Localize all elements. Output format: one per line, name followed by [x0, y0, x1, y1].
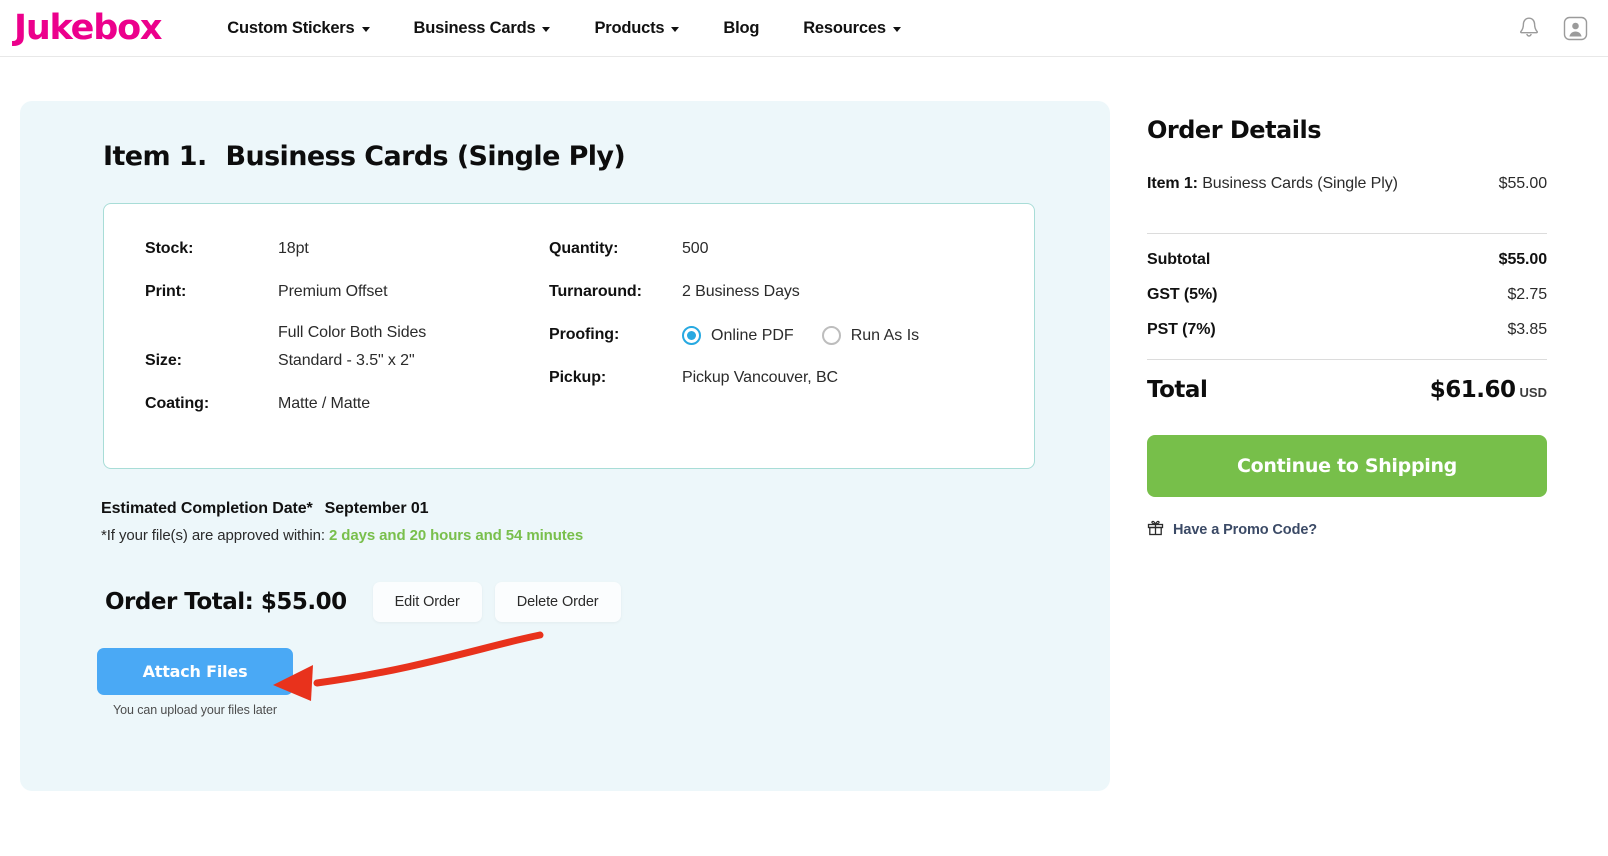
continue-to-shipping-button[interactable]: Continue to Shipping	[1147, 434, 1547, 497]
header-actions	[1517, 15, 1588, 41]
promo-code-label: Have a Promo Code?	[1173, 521, 1318, 538]
spec-value: Matte / Matte	[278, 395, 371, 412]
summary-value: $55.00	[1498, 250, 1547, 268]
radio-option-online-pdf[interactable]: Online PDF	[682, 326, 794, 345]
total-value: $61.60	[1429, 376, 1516, 403]
nav-item-blog[interactable]: Blog	[701, 13, 781, 44]
nav-label: Business Cards	[413, 18, 536, 37]
nav-label: Resources	[803, 18, 886, 37]
approval-window-note: *If your file(s) are approved within: 2 …	[101, 527, 1110, 544]
nav-item-custom-stickers[interactable]: Custom Stickers	[205, 13, 391, 44]
radio-indicator[interactable]	[821, 326, 841, 345]
spec-label: Stock:	[145, 240, 194, 257]
notification-bell-icon[interactable]	[1517, 15, 1541, 41]
gift-icon	[1147, 519, 1164, 541]
spec-row-pickup: Pickup: Pickup Vancouver, BC	[549, 369, 989, 402]
nav-item-products[interactable]: Products	[572, 13, 701, 44]
summary-row-subtotal: Subtotal $55.00	[1147, 234, 1547, 269]
nav-item-resources[interactable]: Resources	[781, 13, 923, 44]
spec-value: 2 Business Days	[682, 283, 800, 300]
summary-label: GST (5%)	[1147, 285, 1218, 303]
spec-label: Quantity:	[549, 240, 619, 257]
item-number: Item 1.	[103, 141, 207, 172]
radio-option-run-as-is[interactable]: Run As Is	[821, 326, 920, 345]
order-item-panel: Item 1. Business Cards (Single Ply) Stoc…	[20, 101, 1110, 791]
order-total-label: Order Total: $55.00	[105, 589, 347, 615]
order-line-item: Item 1: Business Cards (Single Ply) $55.…	[1147, 171, 1547, 198]
nav-item-business-cards[interactable]: Business Cards	[392, 13, 573, 44]
chevron-down-icon	[542, 26, 551, 32]
summary-value: $3.85	[1507, 320, 1547, 338]
edit-order-button[interactable]: Edit Order	[372, 582, 482, 622]
spec-label: Print:	[145, 283, 187, 300]
spec-label: Proofing:	[549, 326, 620, 343]
spec-column-left: Stock: 18pt Print: Premium Offset Full C…	[104, 240, 529, 428]
spec-row-quantity: Quantity: 500	[549, 240, 989, 273]
spec-row-proofing: Proofing: Online PDF Run As Is	[549, 326, 989, 359]
estimated-completion-label: Estimated Completion Date*	[101, 500, 313, 517]
spec-label: Turnaround:	[549, 283, 642, 300]
estimated-completion-block: Estimated Completion Date* September 01 *…	[101, 500, 1110, 544]
summary-row-gst: GST (5%) $2.75	[1147, 269, 1547, 304]
attach-files-button[interactable]: Attach Files	[97, 648, 293, 695]
jukebox-logo[interactable]: Jukebox	[14, 10, 162, 46]
total-amount-group: $61.60 USD	[1430, 377, 1547, 403]
spec-label: Pickup:	[549, 369, 607, 386]
radio-label: Online PDF	[711, 326, 794, 344]
spec-value: Standard - 3.5" x 2"	[278, 352, 415, 369]
user-account-icon[interactable]	[1563, 16, 1588, 41]
order-total-row: Order Total: $55.00 Edit Order Delete Or…	[105, 582, 1110, 622]
summary-label: Subtotal	[1147, 250, 1211, 268]
spec-label: Size:	[145, 352, 182, 369]
attach-files-block: Attach Files You can upload your files l…	[97, 648, 293, 717]
radio-label: Run As Is	[850, 326, 920, 344]
delete-order-button[interactable]: Delete Order	[494, 582, 621, 622]
spec-value: Premium Offset	[278, 283, 388, 300]
item-heading: Item 1. Business Cards (Single Ply)	[103, 141, 1110, 172]
spec-column-right: Quantity: 500 Turnaround: 2 Business Day…	[529, 240, 989, 428]
approval-countdown: 2 days and 20 hours and 54 minutes	[328, 527, 584, 544]
spec-value: 18pt	[278, 240, 309, 257]
estimated-completion-date: September 01	[324, 500, 429, 517]
approval-note-prefix: *If your file(s) are approved within:	[101, 527, 329, 544]
spec-row-turnaround: Turnaround: 2 Business Days	[549, 283, 989, 316]
nav-label: Products	[594, 18, 665, 37]
total-label: Total	[1147, 376, 1208, 403]
chevron-down-icon	[892, 26, 901, 32]
site-header: Jukebox Custom Stickers Business Cards P…	[0, 0, 1608, 57]
spec-value-print-secondary: Full Color Both Sides	[278, 324, 427, 341]
chevron-down-icon	[671, 26, 680, 32]
estimated-completion-line: Estimated Completion Date* September 01	[101, 500, 1110, 518]
spec-value: Pickup Vancouver, BC	[682, 369, 839, 386]
spec-row-size: Size: Standard - 3.5" x 2"	[145, 352, 529, 385]
spec-value: 500	[682, 240, 709, 257]
spec-row-coating: Coating: Matte / Matte	[145, 395, 529, 428]
order-details-panel: Order Details Item 1: Business Cards (Si…	[1147, 101, 1547, 541]
item-product-name: Business Cards (Single Ply)	[225, 141, 626, 172]
spec-row-print: Print: Premium Offset	[145, 283, 529, 316]
summary-value: $2.75	[1507, 285, 1547, 303]
chevron-down-icon	[361, 26, 370, 32]
specifications-card: Stock: 18pt Print: Premium Offset Full C…	[103, 203, 1035, 469]
summary-label: PST (7%)	[1147, 320, 1216, 338]
promo-code-link[interactable]: Have a Promo Code?	[1147, 519, 1547, 541]
nav-label: Custom Stickers	[227, 18, 355, 37]
summary-row-total: Total $61.60 USD	[1147, 360, 1547, 403]
nav-label: Blog	[723, 18, 760, 37]
summary-row-pst: PST (7%) $3.85	[1147, 304, 1547, 339]
attach-files-note: You can upload your files later	[113, 703, 277, 717]
proofing-radio-group: Online PDF Run As Is	[682, 326, 919, 345]
order-details-title: Order Details	[1147, 116, 1322, 144]
order-line-item-name: Item 1: Business Cards (Single Ply)	[1147, 171, 1398, 198]
order-line-item-label: Item 1:	[1147, 175, 1198, 192]
spec-row-stock: Stock: 18pt	[145, 240, 529, 273]
order-line-item-product: Business Cards (Single Ply)	[1202, 175, 1398, 192]
order-line-item-amount: $55.00	[1498, 175, 1547, 192]
total-currency: USD	[1519, 384, 1547, 400]
checkout-page: Item 1. Business Cards (Single Ply) Stoc…	[0, 57, 1608, 791]
radio-indicator-selected[interactable]	[682, 326, 701, 345]
main-navigation: Custom Stickers Business Cards Products …	[205, 13, 923, 44]
spec-label: Coating:	[145, 395, 210, 412]
